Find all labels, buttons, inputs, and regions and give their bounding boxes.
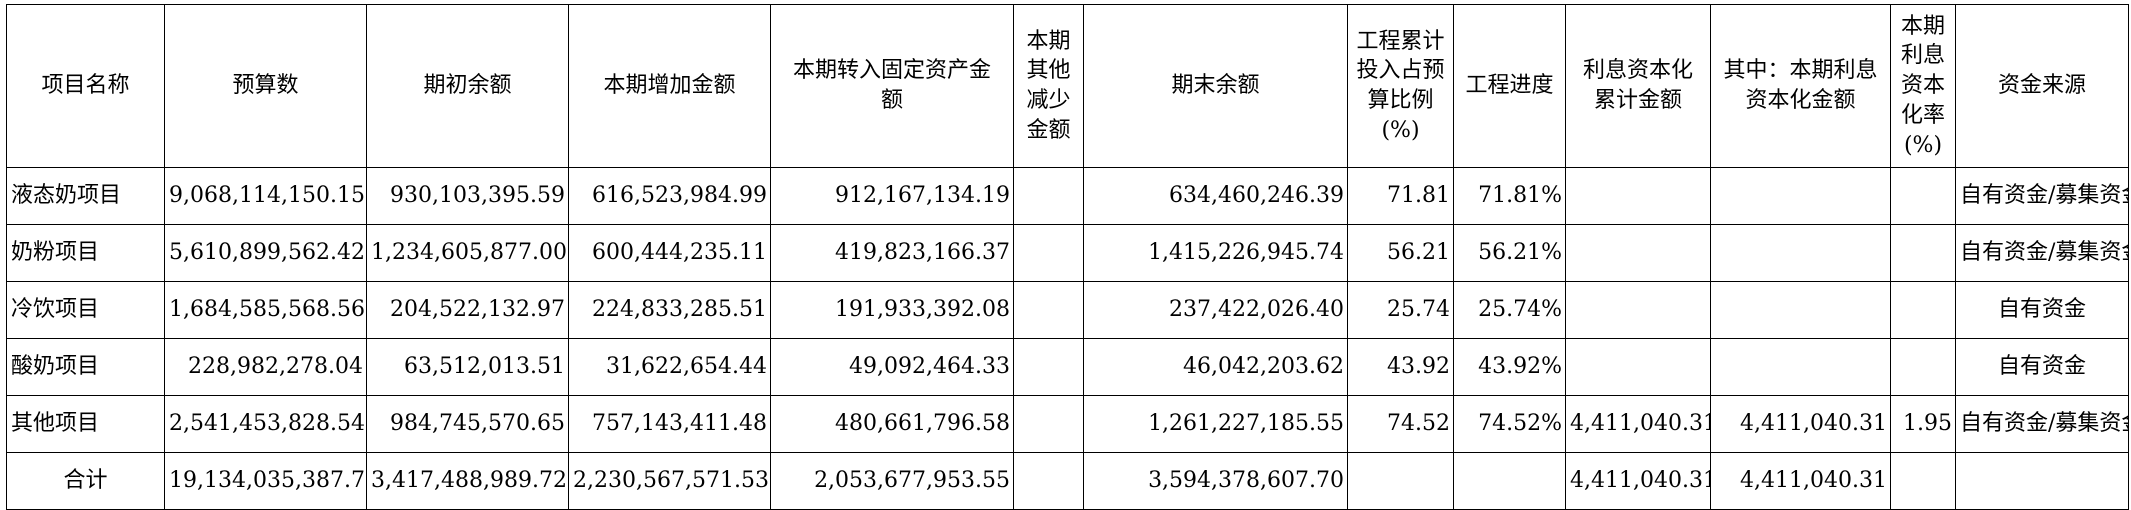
cell-increase-amount: 600,444,235.11 xyxy=(568,224,771,282)
cell-opening-balance: 3,417,488,989.72 xyxy=(366,452,569,510)
cell-investment-ratio: 71.81 xyxy=(1347,167,1454,225)
header-increase-amount: 本期增加金额 xyxy=(568,4,771,168)
cell-funding-source xyxy=(1955,452,2129,510)
table-row: 液态奶项目 9,068,114,150.15 930,103,395.59 61… xyxy=(6,167,2129,225)
cell-project-name: 液态奶项目 xyxy=(6,167,165,225)
header-capitalization-rate: 本期利息资本化率(%) xyxy=(1890,4,1956,168)
table-row: 酸奶项目 228,982,278.04 63,512,013.51 31,622… xyxy=(6,338,2129,396)
cell-progress: 56.21% xyxy=(1453,224,1566,282)
header-project-name: 项目名称 xyxy=(6,4,165,168)
header-capitalized-interest-current: 其中：本期利息资本化金额 xyxy=(1710,4,1891,168)
cell-investment-ratio xyxy=(1347,452,1454,510)
cell-budget: 228,982,278.04 xyxy=(164,338,367,396)
cell-capitalized-interest-total xyxy=(1565,167,1711,225)
cell-closing-balance: 237,422,026.40 xyxy=(1083,281,1348,339)
cell-increase-amount: 224,833,285.51 xyxy=(568,281,771,339)
cell-capitalized-interest-current xyxy=(1710,281,1891,339)
cell-capitalized-interest-current: 4,411,040.31 xyxy=(1710,452,1891,510)
cell-project-name: 奶粉项目 xyxy=(6,224,165,282)
cell-transfer-to-fixed-assets: 49,092,464.33 xyxy=(770,338,1014,396)
cell-progress: 74.52% xyxy=(1453,395,1566,453)
cell-capitalization-rate xyxy=(1890,167,1956,225)
cell-budget: 5,610,899,562.42 xyxy=(164,224,367,282)
cell-transfer-to-fixed-assets: 419,823,166.37 xyxy=(770,224,1014,282)
cell-capitalization-rate xyxy=(1890,338,1956,396)
cell-increase-amount: 757,143,411.48 xyxy=(568,395,771,453)
header-capitalized-interest-total: 利息资本化累计金额 xyxy=(1565,4,1711,168)
cell-project-name: 合计 xyxy=(6,452,165,510)
cell-budget: 1,684,585,568.56 xyxy=(164,281,367,339)
cell-increase-amount: 616,523,984.99 xyxy=(568,167,771,225)
cell-other-decrease xyxy=(1013,452,1084,510)
cell-progress: 25.74% xyxy=(1453,281,1566,339)
header-other-decrease: 本期其他减少金额 xyxy=(1013,4,1084,168)
cell-progress: 71.81% xyxy=(1453,167,1566,225)
header-closing-balance: 期末余额 xyxy=(1083,4,1348,168)
cell-other-decrease xyxy=(1013,395,1084,453)
header-investment-ratio: 工程累计投入占预算比例(%) xyxy=(1347,4,1454,168)
cell-closing-balance: 1,261,227,185.55 xyxy=(1083,395,1348,453)
cell-budget: 2,541,453,828.54 xyxy=(164,395,367,453)
cell-progress xyxy=(1453,452,1566,510)
cell-capitalized-interest-total xyxy=(1565,338,1711,396)
cell-increase-amount: 2,230,567,571.53 xyxy=(568,452,771,510)
header-row: 项目名称 预算数 期初余额 本期增加金额 本期转入固定资产金额 本期其他减少金额… xyxy=(6,4,2129,168)
cell-project-name: 其他项目 xyxy=(6,395,165,453)
cell-other-decrease xyxy=(1013,281,1084,339)
cell-capitalization-rate xyxy=(1890,224,1956,282)
cell-capitalized-interest-total: 4,411,040.31 xyxy=(1565,452,1711,510)
cell-opening-balance: 63,512,013.51 xyxy=(366,338,569,396)
cell-increase-amount: 31,622,654.44 xyxy=(568,338,771,396)
cell-funding-source: 自有资金/募集资金 xyxy=(1955,167,2129,225)
cell-budget: 19,134,035,387.71 xyxy=(164,452,367,510)
table-row: 冷饮项目 1,684,585,568.56 204,522,132.97 224… xyxy=(6,281,2129,339)
cell-budget: 9,068,114,150.15 xyxy=(164,167,367,225)
cell-closing-balance: 46,042,203.62 xyxy=(1083,338,1348,396)
cell-funding-source: 自有资金 xyxy=(1955,338,2129,396)
header-funding-source: 资金来源 xyxy=(1955,4,2129,168)
cell-capitalized-interest-current xyxy=(1710,224,1891,282)
cell-investment-ratio: 74.52 xyxy=(1347,395,1454,453)
cell-opening-balance: 1,234,605,877.00 xyxy=(366,224,569,282)
cell-project-name: 冷饮项目 xyxy=(6,281,165,339)
cell-capitalized-interest-total: 4,411,040.31 xyxy=(1565,395,1711,453)
header-budget: 预算数 xyxy=(164,4,367,168)
cell-capitalized-interest-current xyxy=(1710,167,1891,225)
cell-transfer-to-fixed-assets: 2,053,677,953.55 xyxy=(770,452,1014,510)
cell-capitalization-rate: 1.95 xyxy=(1890,395,1956,453)
cell-capitalized-interest-total xyxy=(1565,281,1711,339)
total-row: 合计 19,134,035,387.71 3,417,488,989.72 2,… xyxy=(6,452,2129,510)
cell-closing-balance: 3,594,378,607.70 xyxy=(1083,452,1348,510)
cell-other-decrease xyxy=(1013,224,1084,282)
cell-funding-source: 自有资金 xyxy=(1955,281,2129,339)
cell-other-decrease xyxy=(1013,167,1084,225)
cell-opening-balance: 204,522,132.97 xyxy=(366,281,569,339)
cell-closing-balance: 1,415,226,945.74 xyxy=(1083,224,1348,282)
cell-capitalization-rate xyxy=(1890,281,1956,339)
construction-in-progress-table: 项目名称 预算数 期初余额 本期增加金额 本期转入固定资产金额 本期其他减少金额… xyxy=(6,4,2129,510)
cell-investment-ratio: 56.21 xyxy=(1347,224,1454,282)
cell-progress: 43.92% xyxy=(1453,338,1566,396)
cell-investment-ratio: 43.92 xyxy=(1347,338,1454,396)
cell-closing-balance: 634,460,246.39 xyxy=(1083,167,1348,225)
cell-capitalized-interest-current xyxy=(1710,338,1891,396)
cell-transfer-to-fixed-assets: 191,933,392.08 xyxy=(770,281,1014,339)
cell-capitalized-interest-current: 4,411,040.31 xyxy=(1710,395,1891,453)
cell-capitalized-interest-total xyxy=(1565,224,1711,282)
cell-funding-source: 自有资金/募集资金 xyxy=(1955,395,2129,453)
cell-opening-balance: 984,745,570.65 xyxy=(366,395,569,453)
cell-investment-ratio: 25.74 xyxy=(1347,281,1454,339)
cell-funding-source: 自有资金/募集资金 xyxy=(1955,224,2129,282)
header-transfer-to-fixed-assets: 本期转入固定资产金额 xyxy=(770,4,1014,168)
cell-other-decrease xyxy=(1013,338,1084,396)
cell-project-name: 酸奶项目 xyxy=(6,338,165,396)
header-opening-balance: 期初余额 xyxy=(366,4,569,168)
table-row: 其他项目 2,541,453,828.54 984,745,570.65 757… xyxy=(6,395,2129,453)
header-progress: 工程进度 xyxy=(1453,4,1566,168)
cell-capitalization-rate xyxy=(1890,452,1956,510)
cell-transfer-to-fixed-assets: 480,661,796.58 xyxy=(770,395,1014,453)
cell-opening-balance: 930,103,395.59 xyxy=(366,167,569,225)
cell-transfer-to-fixed-assets: 912,167,134.19 xyxy=(770,167,1014,225)
table-row: 奶粉项目 5,610,899,562.42 1,234,605,877.00 6… xyxy=(6,224,2129,282)
